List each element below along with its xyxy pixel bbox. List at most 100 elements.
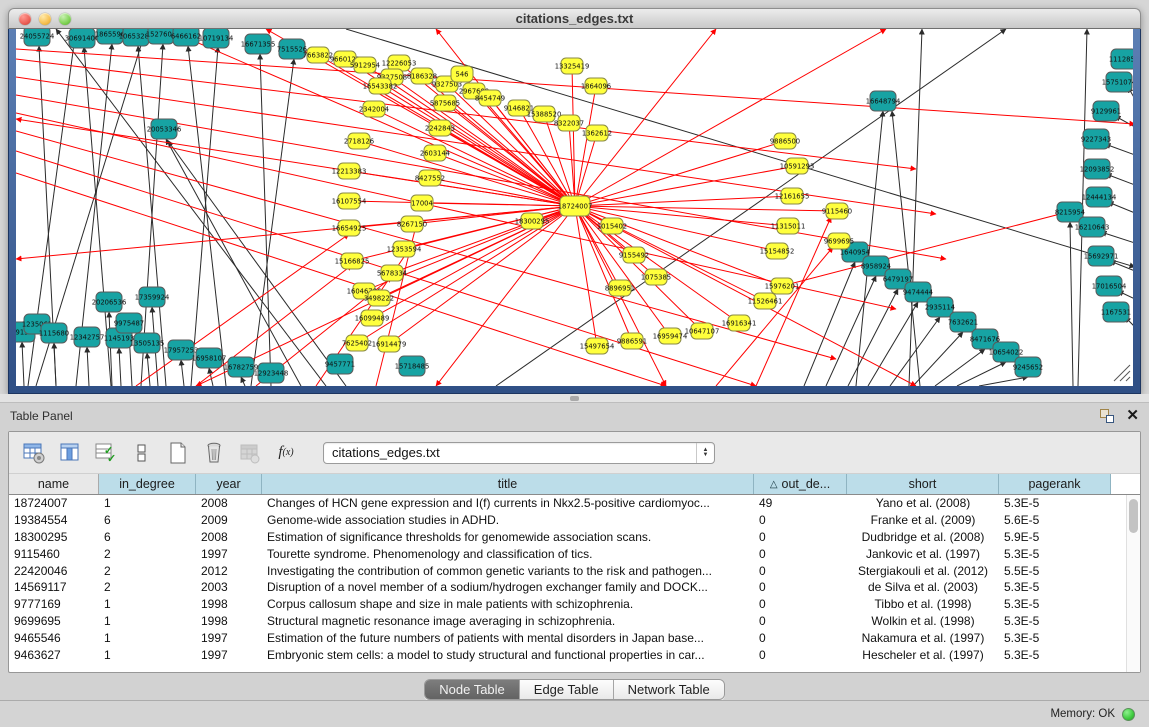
graph-edge[interactable] bbox=[890, 317, 940, 386]
select-columns-button[interactable]: ✓✓ bbox=[93, 440, 119, 466]
graph-edge[interactable] bbox=[241, 377, 245, 386]
create-table-button[interactable] bbox=[165, 440, 191, 466]
graph-node[interactable]: 20206536 bbox=[92, 292, 127, 312]
graph-node[interactable]: 7663822 bbox=[303, 47, 333, 63]
graph-node[interactable]: 5678334 bbox=[377, 265, 407, 281]
graph-node[interactable]: 16107554 bbox=[332, 193, 367, 209]
graph-node[interactable]: 9457771 bbox=[325, 354, 355, 374]
graph-edge[interactable] bbox=[147, 353, 150, 386]
graph-node[interactable]: 12444134 bbox=[1082, 187, 1117, 207]
tab-network-table[interactable]: Network Table bbox=[614, 680, 724, 699]
tab-node-table[interactable]: Node Table bbox=[425, 680, 520, 699]
column-header-pagerank[interactable]: pagerank bbox=[999, 474, 1111, 494]
graph-node[interactable]: 8267150 bbox=[397, 216, 427, 232]
graph-edge[interactable] bbox=[782, 213, 1064, 286]
graph-edge[interactable] bbox=[826, 276, 876, 386]
graph-node[interactable]: 16099489 bbox=[355, 310, 390, 326]
graph-edge[interactable] bbox=[119, 348, 121, 386]
graph-edge[interactable] bbox=[1101, 232, 1133, 243]
graph-node[interactable]: 12093852 bbox=[1080, 159, 1115, 179]
graph-node[interactable]: 7632621 bbox=[948, 312, 978, 332]
tab-edge-table[interactable]: Edge Table bbox=[520, 680, 614, 699]
column-header-indegree[interactable]: in_degree bbox=[99, 474, 196, 494]
graph-node[interactable]: 15154852 bbox=[760, 243, 795, 259]
table-selector-dropdown[interactable]: citations_edges.txt ▲▼ bbox=[323, 442, 715, 464]
graph-node[interactable]: 15718485 bbox=[395, 356, 430, 376]
graph-edge[interactable] bbox=[575, 29, 886, 206]
table-row[interactable]: 969969511998Structural magnetic resonanc… bbox=[9, 613, 1126, 630]
panel-splitter[interactable] bbox=[0, 394, 1149, 403]
graph-node[interactable]: 6466162 bbox=[171, 29, 201, 46]
graph-node[interactable]: 9115460 bbox=[822, 203, 852, 219]
graph-node[interactable]: 20053346 bbox=[147, 119, 182, 139]
graph-edge[interactable] bbox=[87, 347, 89, 386]
table-settings-button[interactable] bbox=[21, 440, 47, 466]
graph-node[interactable]: 8322037 bbox=[554, 115, 584, 131]
import-table-button[interactable] bbox=[237, 440, 263, 466]
function-builder-button[interactable]: f(x) bbox=[273, 440, 299, 466]
close-panel-icon[interactable]: ✕ bbox=[1126, 409, 1139, 423]
graph-edge[interactable] bbox=[575, 29, 716, 206]
graph-edge[interactable] bbox=[251, 59, 294, 386]
graph-node[interactable]: 10719134 bbox=[199, 29, 234, 48]
graph-node[interactable]: 5912954 bbox=[350, 57, 380, 73]
graph-node[interactable]: 16958107 bbox=[192, 348, 227, 368]
table-row[interactable]: 1872400712008Changes of HCN gene express… bbox=[9, 495, 1126, 512]
graph-edge[interactable] bbox=[191, 47, 218, 386]
graph-node[interactable]: 546 bbox=[451, 66, 473, 82]
graph-node[interactable]: 9129961 bbox=[1091, 101, 1121, 121]
graph-edge[interactable] bbox=[209, 368, 213, 386]
graph-node[interactable]: 9886500 bbox=[770, 133, 800, 149]
graph-edge[interactable] bbox=[909, 29, 922, 386]
graph-node[interactable]: 17016504 bbox=[1092, 276, 1127, 296]
graph-node[interactable]: 18724007 bbox=[558, 196, 593, 216]
table-row[interactable]: 911546021997Tourette syndrome. Phenomeno… bbox=[9, 545, 1126, 562]
column-header-year[interactable]: year bbox=[196, 474, 262, 494]
graph-node[interactable]: 13505135 bbox=[130, 333, 165, 353]
graph-edge[interactable] bbox=[892, 111, 920, 386]
table-row[interactable]: 1830029562008Estimation of significance … bbox=[9, 529, 1126, 546]
graph-edge[interactable] bbox=[404, 206, 575, 249]
graph-edge[interactable] bbox=[575, 206, 702, 331]
delete-table-button[interactable] bbox=[201, 440, 227, 466]
column-header-name[interactable]: name bbox=[9, 474, 99, 494]
graph-node[interactable]: 8896951 bbox=[605, 280, 635, 296]
graph-edge[interactable] bbox=[181, 360, 184, 386]
row-height-button[interactable] bbox=[129, 440, 155, 466]
graph-node[interactable]: 8454749 bbox=[475, 90, 505, 106]
graph-node[interactable]: 16648794 bbox=[866, 91, 901, 111]
graph-node[interactable]: 2603144 bbox=[420, 145, 450, 161]
graph-node[interactable]: 3498222 bbox=[364, 290, 394, 306]
graph-node[interactable]: 12923448 bbox=[254, 363, 289, 383]
graph-node[interactable]: 9245652 bbox=[1013, 357, 1043, 377]
table-row[interactable]: 1938455462009Genome-wide association stu… bbox=[9, 512, 1126, 529]
network-canvas[interactable]: 2405572430691406186559610653287152760264… bbox=[16, 29, 1133, 386]
graph-node[interactable]: 13325419 bbox=[555, 58, 590, 74]
graph-edge[interactable] bbox=[422, 203, 575, 206]
table-row[interactable]: 946362711997Embryonic stem cells: a mode… bbox=[9, 646, 1126, 663]
resize-grip-icon[interactable] bbox=[1114, 365, 1130, 381]
graph-node[interactable]: 15497654 bbox=[580, 338, 615, 354]
graph-node[interactable]: 2342004 bbox=[359, 101, 389, 117]
graph-node[interactable]: 12213383 bbox=[332, 163, 367, 179]
graph-node[interactable]: 17004 bbox=[411, 195, 433, 211]
graph-node[interactable]: 2242843 bbox=[425, 120, 455, 136]
graph-node[interactable]: 15166825 bbox=[335, 253, 370, 269]
graph-node[interactable]: 17359924 bbox=[135, 287, 170, 307]
graph-edge[interactable] bbox=[16, 206, 575, 259]
graph-node[interactable]: 11315011 bbox=[771, 218, 806, 234]
table-row[interactable]: 1456911722003Disruption of a novel membe… bbox=[9, 579, 1126, 596]
graph-node[interactable]: 16914479 bbox=[372, 336, 407, 352]
table-row[interactable]: 946554611997Estimation of the future num… bbox=[9, 629, 1126, 646]
table-vertical-scrollbar[interactable] bbox=[1126, 495, 1140, 672]
graph-edge[interactable] bbox=[804, 262, 855, 386]
graph-node[interactable]: 1015402 bbox=[597, 218, 627, 234]
graph-node[interactable]: 8427552 bbox=[415, 170, 445, 186]
column-header-outde[interactable]: △out_de... bbox=[754, 474, 847, 494]
graph-edge[interactable] bbox=[54, 343, 56, 386]
graph-node[interactable]: 5875685 bbox=[430, 95, 460, 111]
graph-node[interactable]: 16210643 bbox=[1075, 217, 1110, 237]
graph-node[interactable]: 24055724 bbox=[20, 29, 55, 46]
graph-edge[interactable] bbox=[1070, 222, 1073, 386]
graph-node[interactable]: 1167531 bbox=[1101, 302, 1131, 322]
